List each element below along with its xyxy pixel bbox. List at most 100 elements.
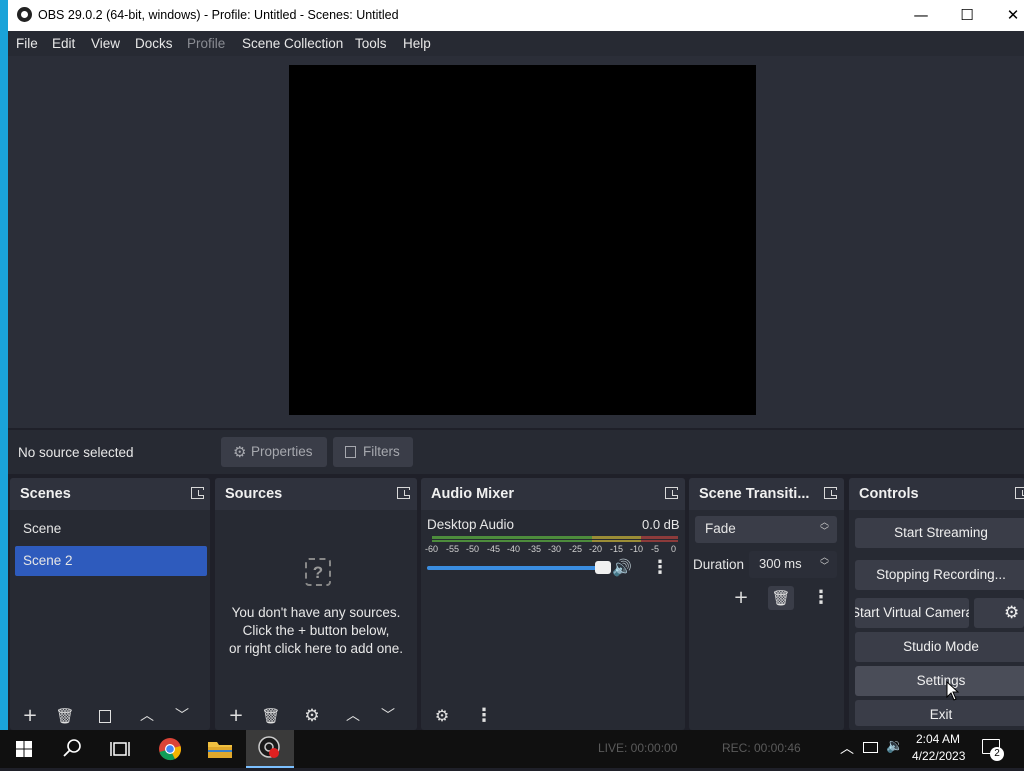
menu-view[interactable]: View [91, 36, 120, 51]
audio-mixer-title: Audio Mixer [431, 486, 514, 502]
menu-file[interactable]: File [16, 36, 38, 51]
chrome-icon[interactable] [146, 730, 194, 768]
gear-icon: ⚙ [233, 443, 247, 461]
taskbar: LIVE: 00:00:00 REC: 00:00:46 ︿ 🔉 2:04 AM… [0, 730, 1024, 768]
menu-bar: File Edit View Docks Profile Scene Colle… [8, 31, 1024, 56]
duration-spinbox[interactable]: 300 ms ︿ ﹀ [749, 551, 837, 578]
kebab-menu-icon[interactable]: ⋮ [651, 557, 669, 578]
exit-button[interactable]: Exit [855, 700, 1024, 726]
preview-canvas[interactable] [289, 65, 756, 415]
properties-label: Properties [251, 444, 313, 459]
menu-edit[interactable]: Edit [52, 36, 75, 51]
windows-start-icon[interactable] [0, 730, 48, 768]
no-source-label: No source selected [18, 445, 134, 460]
clock-date[interactable]: 4/22/2023 [912, 749, 965, 763]
filter-icon [345, 446, 356, 458]
filters-label: Filters [363, 444, 400, 459]
obs-logo-icon [17, 7, 32, 22]
volume-slider-fill [427, 566, 609, 570]
meter-tick-label: -10 [630, 544, 644, 554]
virtual-camera-button[interactable]: Start Virtual Camera [855, 598, 969, 628]
source-properties-icon[interactable]: ⚙ [299, 704, 325, 728]
controls-header: Controls [849, 478, 1024, 510]
menu-profile[interactable]: Profile [187, 36, 225, 51]
filters-button[interactable]: Filters [333, 437, 413, 467]
desktop-background [0, 0, 8, 730]
maximize-button[interactable]: ☐ [944, 0, 990, 31]
transition-menu-icon[interactable]: ⋮ [808, 586, 834, 610]
source-toolbar: No source selected ⚙ Properties Filters [8, 430, 1024, 474]
transitions-header: Scene Transiti... [689, 478, 844, 510]
studio-mode-button[interactable]: Studio Mode [855, 632, 1024, 662]
duration-label: Duration [693, 557, 745, 572]
network-icon[interactable] [863, 742, 878, 753]
menu-docks[interactable]: Docks [135, 36, 173, 51]
meter-tick-label: -5 [651, 544, 660, 554]
window-title-bar: OBS 29.0.2 (64-bit, windows) - Profile: … [8, 0, 1024, 31]
settings-button[interactable]: Settings [855, 666, 1024, 696]
live-status: LIVE: 00:00:00 [598, 741, 678, 755]
notification-count-badge: 2 [990, 747, 1004, 761]
meter-tick-label: -30 [548, 544, 562, 554]
scene-item[interactable]: Scene [15, 514, 207, 544]
speaker-icon[interactable]: 🔊 [612, 558, 632, 577]
properties-button[interactable]: ⚙ Properties [221, 437, 327, 467]
rec-status: REC: 00:00:46 [722, 741, 801, 755]
tray-chevron-icon[interactable]: ︿ [840, 738, 854, 758]
sources-empty-line: Click the + button below, [242, 623, 390, 638]
meter-tick-label: -20 [589, 544, 603, 554]
advanced-audio-icon[interactable]: ⚙ [429, 704, 455, 728]
controls-dock: Controls Start Streaming Stopping Record… [849, 478, 1024, 730]
scene-item-selected[interactable]: Scene 2 [15, 546, 207, 576]
undock-icon[interactable] [824, 487, 837, 499]
undock-icon[interactable] [1015, 487, 1024, 499]
clock-time[interactable]: 2:04 AM [916, 732, 960, 746]
stop-recording-button[interactable]: Stopping Recording... [855, 560, 1024, 590]
add-scene-icon[interactable]: + [17, 704, 43, 728]
spinner-arrows-icon[interactable]: ︿ ﹀ [820, 554, 829, 572]
remove-transition-icon[interactable]: 🗑 [768, 586, 794, 610]
move-up-icon[interactable]: ︿ [340, 704, 366, 728]
task-view-icon[interactable] [96, 730, 144, 768]
close-button[interactable]: ✕ [990, 0, 1024, 31]
sources-title: Sources [225, 486, 283, 502]
file-explorer-icon[interactable] [196, 730, 244, 768]
mixer-menu-icon[interactable]: ⋮ [471, 704, 497, 728]
duration-value: 300 ms [759, 556, 802, 571]
transition-select[interactable]: Fade ︿ ﹀ [695, 516, 837, 543]
volume-slider[interactable] [427, 561, 611, 574]
menu-help[interactable]: Help [403, 36, 431, 51]
sources-dock-header: Sources [215, 478, 417, 510]
add-transition-icon[interactable]: + [728, 586, 754, 610]
meter-tick-label: -50 [466, 544, 480, 554]
menu-scene-collection[interactable]: Scene Collection [242, 36, 343, 51]
move-down-icon[interactable]: ﹀ [169, 704, 195, 728]
sources-dock: Sources ? You don't have any sources. Cl… [215, 478, 417, 730]
obs-taskbar-icon[interactable] [246, 730, 294, 768]
meter-tick-label: -25 [569, 544, 583, 554]
audio-meter [432, 536, 678, 539]
menu-tools[interactable]: Tools [355, 36, 387, 51]
sources-empty-line: or right click here to add one. [228, 641, 404, 656]
move-up-icon[interactable]: ︿ [134, 704, 160, 728]
remove-source-icon[interactable]: 🗑 [258, 704, 284, 728]
minimize-button[interactable]: — [898, 0, 944, 31]
move-down-icon[interactable]: ﹀ [375, 704, 401, 728]
virtual-camera-label: Start Virtual Camera [855, 605, 969, 620]
search-icon[interactable] [48, 730, 96, 768]
volume-tray-icon[interactable]: 🔉 [886, 738, 903, 754]
remove-scene-icon[interactable]: 🗑 [52, 704, 78, 728]
controls-title: Controls [859, 486, 919, 502]
sources-empty-message[interactable]: You don't have any sources. Click the + … [215, 604, 417, 658]
meter-tick-label: -35 [528, 544, 542, 554]
undock-icon[interactable] [397, 487, 410, 499]
undock-icon[interactable] [665, 487, 678, 499]
undock-icon[interactable] [191, 487, 204, 499]
virtual-camera-settings-icon[interactable]: ⚙ [974, 598, 1024, 628]
volume-slider-handle[interactable] [595, 561, 611, 574]
scene-filters-icon[interactable] [92, 704, 118, 728]
add-source-icon[interactable]: + [223, 704, 249, 728]
start-streaming-button[interactable]: Start Streaming [855, 518, 1024, 548]
scenes-title: Scenes [20, 486, 71, 502]
audio-mixer-dock: Audio Mixer Desktop Audio 0.0 dB -60 -55-… [421, 478, 685, 730]
